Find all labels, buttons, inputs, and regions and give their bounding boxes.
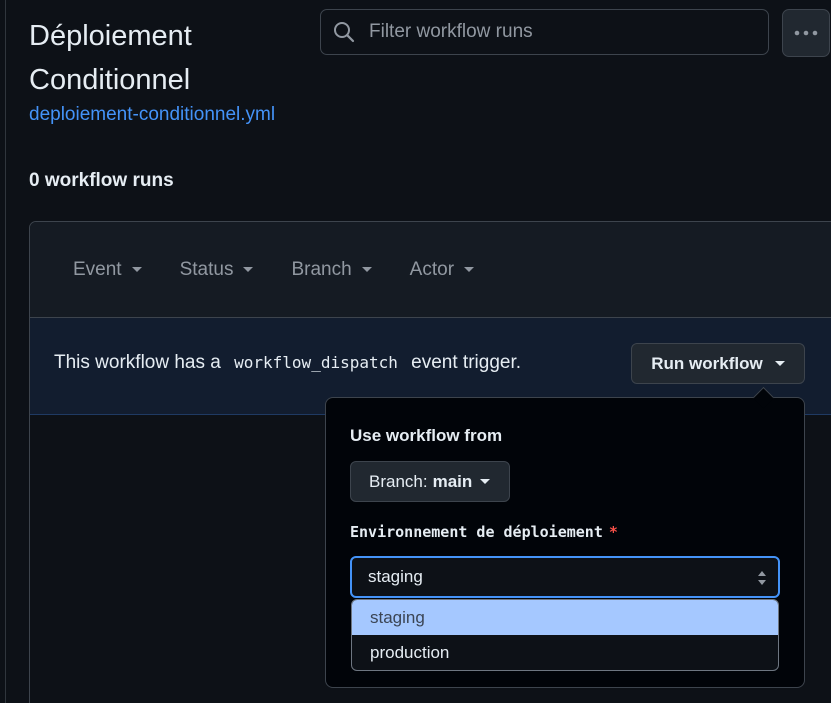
option-staging[interactable]: staging: [352, 600, 778, 635]
caret-down-icon: [774, 361, 785, 366]
environment-select-value: staging: [368, 567, 423, 586]
branch-prefix: Branch:: [369, 471, 428, 491]
environment-options-list: staging production: [351, 599, 779, 671]
dispatch-text-before: This workflow has a: [54, 352, 221, 373]
caret-down-icon: [243, 267, 254, 272]
workflow-runs-count: 0 workflow runs: [29, 170, 174, 191]
run-workflow-label: Run workflow: [651, 353, 763, 373]
filter-branch[interactable]: Branch: [291, 258, 372, 281]
required-mark: *: [608, 523, 618, 541]
filter-event[interactable]: Event: [73, 259, 142, 281]
environment-label-text: Environnement de déploiement: [350, 523, 603, 541]
run-workflow-button[interactable]: Run workflow: [631, 343, 805, 384]
filter-actor[interactable]: Actor: [409, 258, 475, 281]
filter-label: Event: [73, 258, 122, 280]
kebab-horizontal-icon: [794, 30, 818, 36]
sidebar-divider: [5, 0, 6, 703]
caret-down-icon: [131, 267, 142, 272]
option-production[interactable]: production: [352, 635, 778, 670]
filter-label: Status: [179, 258, 234, 280]
caret-down-icon: [480, 479, 491, 484]
dispatch-text-after: event trigger.: [411, 352, 522, 373]
filter-label: Actor: [409, 258, 455, 280]
dispatch-message: This workflow has a workflow_dispatch ev…: [54, 352, 521, 374]
search-input[interactable]: [367, 20, 751, 44]
filter-bar: Event Status Branch Actor: [30, 222, 831, 318]
caret-down-icon: [464, 267, 475, 272]
more-options-button[interactable]: [782, 9, 830, 57]
select-updown-icon: [758, 571, 766, 585]
workflow-page: Déploiement Conditionnel deploiement-con…: [0, 0, 831, 703]
branch-select-button[interactable]: Branch: main: [350, 461, 510, 502]
environment-select[interactable]: staging: [350, 556, 780, 598]
search-icon: [334, 22, 355, 43]
page-title: Déploiement Conditionnel: [29, 20, 192, 96]
use-workflow-from-label: Use workflow from: [350, 426, 503, 445]
environment-label: Environnement de déploiement *: [350, 523, 618, 541]
branch-value: main: [432, 471, 473, 491]
search-box[interactable]: [320, 9, 769, 55]
workflow-file-link[interactable]: deploiement-conditionnel.yml: [29, 102, 275, 128]
caret-down-icon: [361, 267, 372, 272]
run-workflow-popover: Use workflow from Branch: main Environne…: [325, 386, 805, 688]
filter-label: Branch: [291, 258, 352, 280]
filter-status[interactable]: Status: [180, 259, 254, 281]
dispatch-code: workflow_dispatch: [234, 353, 398, 372]
